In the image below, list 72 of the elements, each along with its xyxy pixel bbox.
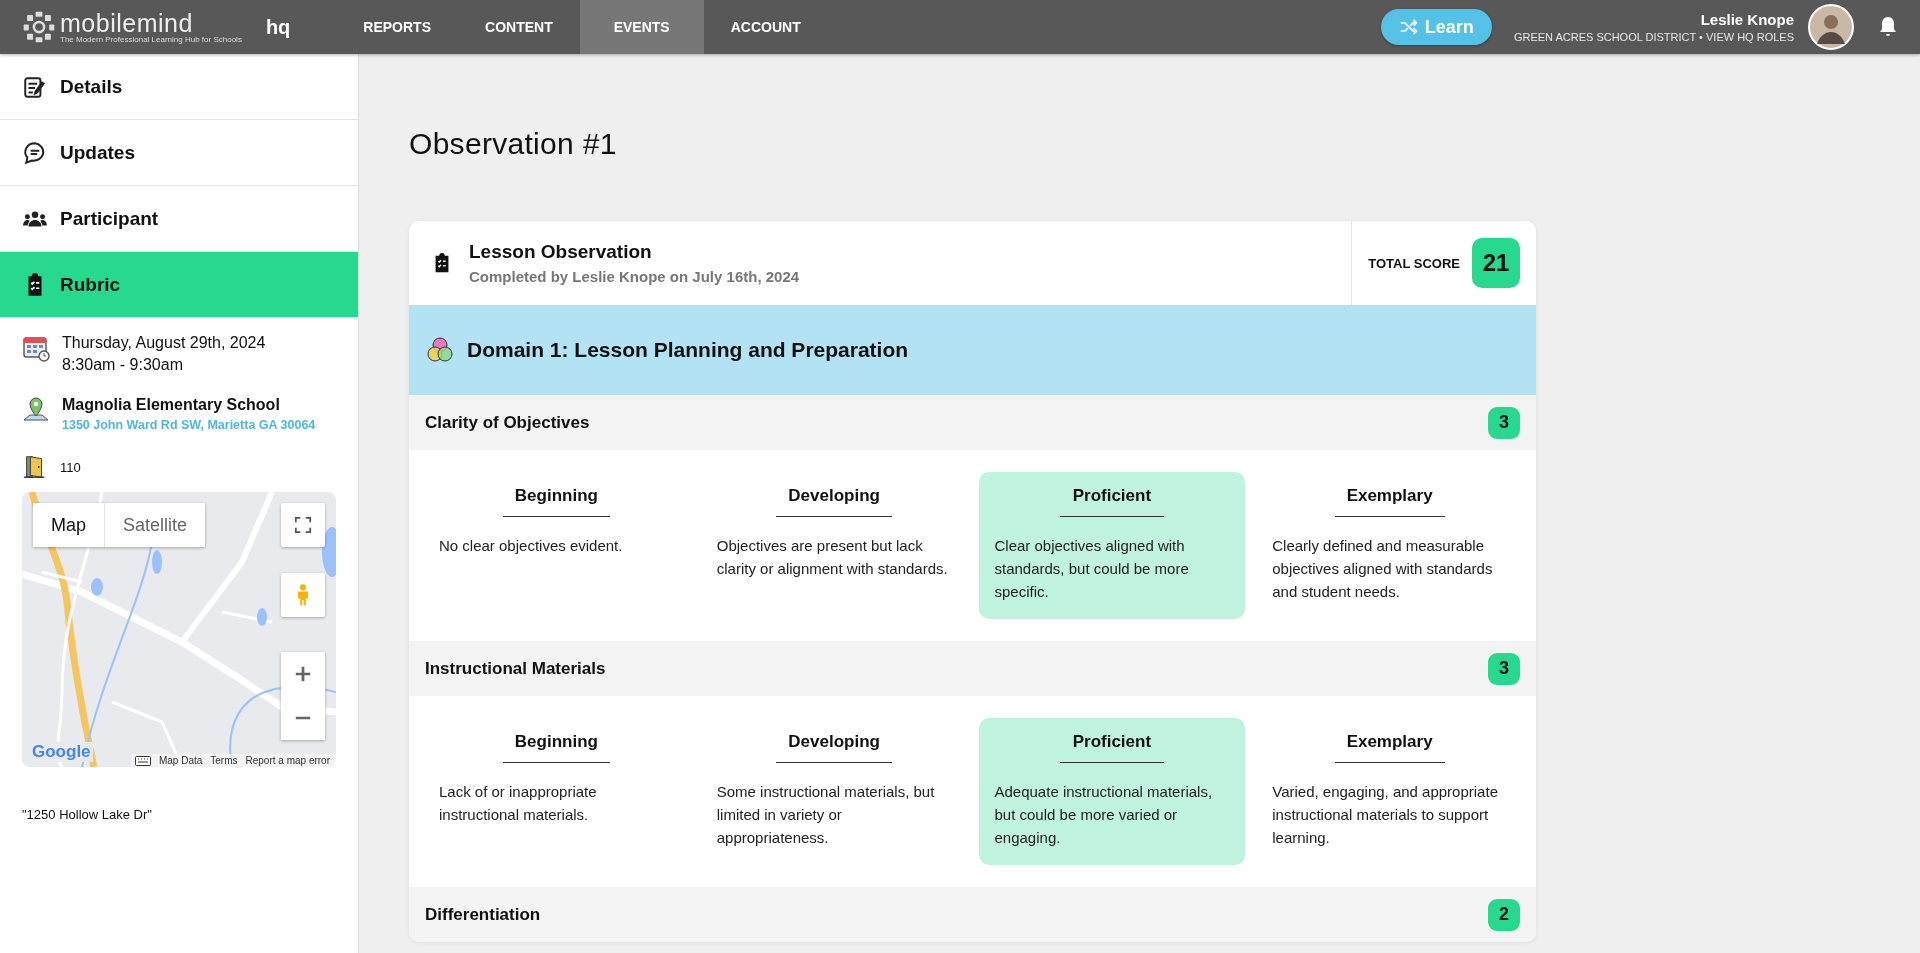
sidebar-item[interactable]: Rubric [0, 252, 358, 318]
total-score-label: TOTAL SCORE [1368, 255, 1460, 271]
logo-name: mobilemind [60, 10, 194, 35]
level-description: Varied, engaging, and appropriate instructional materials to support learning. [1272, 782, 1499, 848]
event-date: Thursday, August 29th, 2024 [62, 334, 266, 352]
logo-suffix: hq [265, 15, 291, 39]
rubric-title: Lesson Observation [469, 241, 653, 263]
criterion-name: Clarity of Objectives [425, 412, 590, 433]
level-description: Clearly defined and measurable objectives aligned with standards and student needs. [1272, 536, 1494, 602]
level-option[interactable]: Proficient Adequate instructional materials, but could be more varied or engaging. [978, 718, 1246, 865]
level-description: No clear objectives evident. [439, 536, 624, 556]
avatar-icon[interactable] [1808, 4, 1854, 50]
calendar-icon [22, 334, 50, 362]
event-time: 8:30am - 9:30am [62, 356, 184, 374]
nav-tab[interactable]: EVENTS [579, 0, 704, 54]
plus-icon [294, 665, 312, 683]
nav-tab[interactable]: CONTENT [458, 0, 580, 54]
score-badge: 3 [1488, 406, 1520, 439]
user-organization[interactable]: GREEN ACRES SCHOOL DISTRICT • VIEW HQ ROLES [1513, 31, 1794, 43]
score-badge: 3 [1488, 652, 1520, 685]
level-option[interactable]: Beginning Lack of or inappropriate instructional materials. [423, 718, 690, 865]
criterion-name: Differentiation [425, 904, 541, 925]
fullscreen-button[interactable] [281, 503, 325, 547]
shuffle-icon [1398, 17, 1419, 37]
map-pin-icon [22, 396, 50, 424]
address-note: "1250 Hollow Lake Dr" [22, 807, 153, 822]
total-score-badge: 21 [1472, 238, 1520, 288]
level-name: Beginning [502, 486, 610, 517]
map-logo: Google [30, 742, 93, 762]
page-title: Observation #1 [409, 127, 618, 161]
level-name: Developing [776, 732, 892, 763]
zoom-in-button[interactable] [281, 652, 325, 696]
level-option[interactable]: Beginning No clear objectives evident. [423, 472, 690, 619]
logo-icon [22, 10, 56, 44]
level-option[interactable]: Developing Objectives are present but lack clarity or alignment with standards. [700, 472, 968, 619]
level-description: Some instructional materials, but limited in variety or appropriateness. [716, 782, 936, 848]
level-description: Clear objectives aligned with standards, but could be more specific. [994, 536, 1190, 602]
minus-icon [294, 716, 312, 720]
level-description: Objectives are present but lack clarity or alignment with standards. [716, 536, 949, 579]
rubric-subtitle: Completed by Leslie Knope on July 16th, 2024 [469, 268, 800, 285]
level-name: Proficient [1059, 732, 1164, 763]
level-option[interactable]: Exemplary Varied, engaging, and appropriate instructional materials to support learning. [1256, 718, 1523, 865]
level-name: Beginning [502, 732, 610, 763]
level-description: Lack of or inappropriate instructional materials. [439, 782, 598, 825]
figure-icon [296, 583, 310, 607]
room-number: 110 [60, 459, 81, 475]
level-name: Exemplary [1334, 486, 1445, 517]
level-name: Exemplary [1334, 732, 1445, 763]
map-type-button[interactable]: Satellite [105, 503, 206, 547]
venn-diagram-icon [425, 335, 455, 365]
score-badge: 2 [1488, 898, 1520, 931]
logo-tagline: The Modern Professional Learning Hub for Schools [60, 34, 242, 44]
map-footer-link[interactable]: Terms [210, 755, 238, 766]
map-footer-link[interactable]: Report a map error [245, 755, 330, 766]
keyboard-icon[interactable] [134, 755, 151, 766]
nav-tab[interactable]: ACCOUNT [703, 0, 828, 54]
user-name: Leslie Knope [1700, 11, 1794, 28]
level-option[interactable]: Proficient Clear objectives aligned with standards, but could be more specific. [978, 472, 1246, 619]
location-name: Magnolia Elementary School [62, 396, 281, 414]
nav-tab[interactable]: REPORTS [336, 0, 458, 54]
level-option[interactable]: Exemplary Clearly defined and measurable objectives aligned with standards and student needs. [1256, 472, 1523, 619]
fullscreen-icon [294, 516, 312, 534]
level-name: Proficient [1059, 486, 1164, 517]
map-footer-link[interactable]: Map Data [158, 755, 203, 766]
level-description: Adequate instructional materials, but could be more varied or engaging. [994, 782, 1214, 848]
level-option[interactable]: Developing Some instructional materials, but limited in variety or appropriateness. [700, 718, 968, 865]
map-type-button[interactable]: Map [33, 503, 105, 547]
criterion-name: Instructional Materials [425, 658, 606, 679]
sidebar-item[interactable]: Details [0, 54, 358, 120]
sidebar-item[interactable]: Updates [0, 120, 358, 186]
level-name: Developing [776, 486, 892, 517]
domain-title: Domain 1: Lesson Planning and Preparation [467, 338, 909, 362]
